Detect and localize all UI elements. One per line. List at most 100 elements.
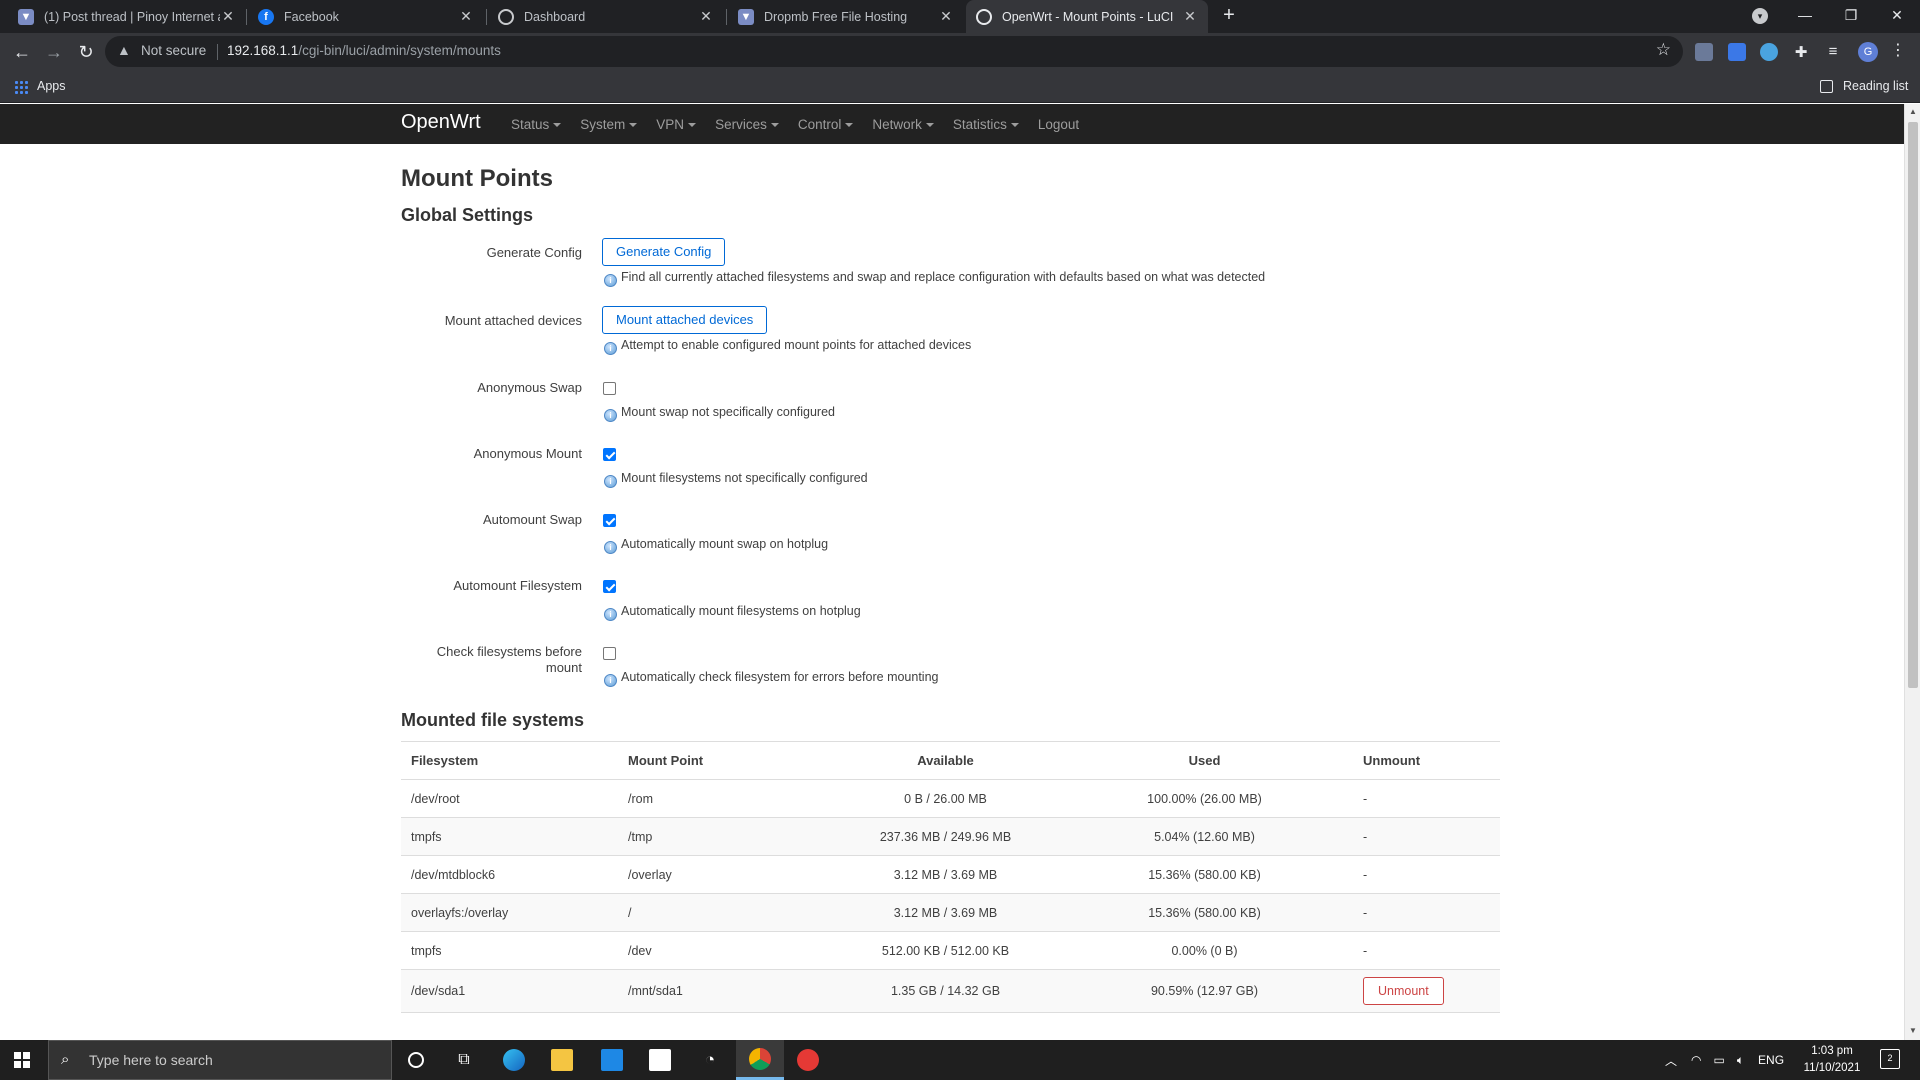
new-tab-button[interactable]: +: [1216, 4, 1242, 27]
page-scrollbar[interactable]: ▲ ▼: [1904, 104, 1920, 1040]
caret-down-icon: [925, 122, 934, 127]
scrollbar-thumb[interactable]: [1908, 122, 1918, 688]
dashboard-icon: [498, 8, 514, 25]
table-header-row: Filesystem Mount Point Available Used Un…: [401, 741, 1500, 780]
cell-mount-point: /tmp: [618, 817, 835, 856]
caret-down-icon: [553, 122, 562, 127]
scroll-down-arrow-icon[interactable]: ▼: [1909, 1026, 1917, 1035]
table-row: tmpfs /tmp 237.36 MB / 249.96 MB 5.04% (…: [401, 817, 1500, 856]
anonymous-swap-checkbox[interactable]: [603, 382, 616, 395]
notification-count: 2: [1887, 1053, 1893, 1063]
tab-facebook[interactable]: f Facebook ✕: [248, 0, 484, 33]
address-bar[interactable]: ▲ Not secure 192.168.1.1/cgi-bin/luci/ad…: [105, 36, 1683, 67]
media-control-icon[interactable]: ≡: [1824, 43, 1842, 61]
table-row: /dev/root /rom 0 B / 26.00 MB 100.00% (2…: [401, 779, 1500, 818]
extensions-icon[interactable]: ✚: [1792, 43, 1810, 61]
back-arrow-icon[interactable]: ←: [8, 38, 36, 66]
menu-logout[interactable]: Logout: [1038, 117, 1079, 132]
edge-browser-icon[interactable]: [490, 1040, 538, 1080]
cell-used: 100.00% (26.00 MB): [1056, 779, 1353, 818]
setting-label: Anonymous Mount: [473, 446, 582, 461]
menu-label: Control: [797, 116, 842, 132]
reload-icon[interactable]: ↻: [72, 38, 100, 66]
info-icon: i: [604, 674, 617, 687]
mail-icon[interactable]: [588, 1040, 636, 1080]
tab-title: OpenWrt - Mount Points - LuCI: [1002, 9, 1174, 24]
tab-pinoy-internet[interactable]: ▼ (1) Post thread | Pinoy Internet a ✕: [8, 0, 246, 33]
globe-icon: [976, 8, 992, 25]
show-hidden-icons-chevron-icon[interactable]: ︿: [1665, 1052, 1677, 1069]
menu-vpn[interactable]: VPN: [656, 117, 697, 132]
automount-filesystem-checkbox[interactable]: [603, 580, 616, 593]
task-view-icon[interactable]: ⧉: [440, 1040, 488, 1080]
browser-menu-icon[interactable]: ⋮: [1890, 40, 1906, 60]
wifi-icon[interactable]: ◠: [1691, 1053, 1701, 1067]
cell-mount-point: /overlay: [618, 855, 835, 894]
brand-logo[interactable]: OpenWrt: [401, 111, 481, 134]
minimize-button[interactable]: —: [1782, 0, 1828, 33]
speedometer-app-icon[interactable]: ◔: [686, 1040, 734, 1080]
generate-config-button[interactable]: Generate Config: [602, 238, 726, 266]
unmount-button[interactable]: Unmount: [1363, 977, 1444, 1005]
setting-hint: i Find all currently attached filesystems…: [604, 270, 1265, 287]
media-player-icon[interactable]: [784, 1040, 832, 1080]
file-explorer-icon[interactable]: [538, 1040, 586, 1080]
battery-icon[interactable]: ▭: [1714, 1053, 1725, 1067]
microsoft-store-icon[interactable]: [636, 1040, 684, 1080]
shield-icon: ▼: [18, 8, 34, 25]
close-window-button[interactable]: ✕: [1874, 0, 1920, 33]
cell-filesystem: /dev/root: [401, 779, 618, 818]
close-tab-icon[interactable]: ✕: [938, 8, 954, 25]
menu-statistics[interactable]: Statistics: [953, 117, 1019, 132]
cell-unmount: -: [1353, 779, 1500, 818]
hint-text: Find all currently attached filesystems …: [621, 270, 1266, 284]
url-text[interactable]: 192.168.1.1/cgi-bin/luci/admin/system/mo…: [227, 43, 501, 58]
check-filesystems-checkbox[interactable]: [603, 647, 616, 660]
tab-separator: [246, 9, 247, 25]
notification-center-icon[interactable]: 2: [1880, 1049, 1900, 1069]
cell-used: 5.04% (12.60 MB): [1056, 817, 1353, 856]
profile-avatar[interactable]: G: [1858, 42, 1878, 62]
menu-services[interactable]: Services: [715, 117, 779, 132]
restore-button[interactable]: ❐: [1828, 0, 1874, 33]
reading-list-button[interactable]: Reading list: [1843, 79, 1908, 93]
tab-search-icon[interactable]: ▾: [1752, 8, 1768, 24]
forward-arrow-icon[interactable]: →: [40, 38, 68, 66]
close-tab-icon[interactable]: ✕: [1182, 8, 1198, 25]
screenshot-extension-icon[interactable]: [1760, 43, 1778, 61]
close-tab-icon[interactable]: ✕: [458, 8, 474, 25]
warning-icon[interactable]: ▲: [117, 42, 131, 58]
mount-attached-devices-button[interactable]: Mount attached devices: [602, 306, 768, 334]
menu-system[interactable]: System: [580, 117, 638, 132]
menu-control[interactable]: Control: [798, 117, 854, 132]
apps-bookmark[interactable]: Apps: [37, 79, 66, 93]
bookmarks-bar: Apps Reading list: [0, 71, 1920, 103]
menu-status[interactable]: Status: [511, 117, 562, 132]
setting-label: Check filesystems before mount: [436, 644, 582, 675]
translate-extension-icon[interactable]: [1728, 43, 1746, 61]
apps-grid-icon[interactable]: [14, 80, 28, 94]
taskbar-clock[interactable]: 1:03 pm 11/10/2021: [1796, 1043, 1868, 1077]
volume-icon[interactable]: 🔈︎: [1737, 1053, 1744, 1068]
bookmark-star-icon[interactable]: ☆: [1656, 40, 1671, 60]
reading-list-icon[interactable]: [1820, 80, 1833, 93]
tab-dashboard[interactable]: Dashboard ✕: [488, 0, 724, 33]
chrome-browser-icon[interactable]: [736, 1040, 784, 1080]
taskbar-search-box[interactable]: ⌕ Type here to search: [48, 1040, 392, 1080]
column-header-mount-point: Mount Point: [618, 741, 835, 780]
anonymous-mount-checkbox[interactable]: [603, 448, 616, 461]
close-tab-icon[interactable]: ✕: [698, 8, 714, 25]
windows-start-icon[interactable]: [14, 1052, 30, 1068]
url-host: 192.168.1.1: [227, 43, 299, 58]
menu-network[interactable]: Network: [872, 117, 934, 132]
security-status[interactable]: Not secure: [141, 43, 206, 58]
scroll-up-arrow-icon[interactable]: ▲: [1909, 107, 1917, 116]
language-indicator[interactable]: ENG: [1758, 1053, 1784, 1067]
close-tab-icon[interactable]: ✕: [220, 8, 236, 25]
automount-swap-checkbox[interactable]: [603, 514, 616, 527]
tab-openwrt-mount-points[interactable]: OpenWrt - Mount Points - LuCI ✕: [966, 0, 1208, 33]
cell-available: 3.12 MB / 3.69 MB: [835, 855, 1056, 894]
extension-puzzle-pen-icon[interactable]: [1695, 43, 1713, 61]
tab-dropmb[interactable]: ▼ Dropmb Free File Hosting ✕: [728, 0, 964, 33]
cortana-icon[interactable]: [392, 1040, 440, 1080]
